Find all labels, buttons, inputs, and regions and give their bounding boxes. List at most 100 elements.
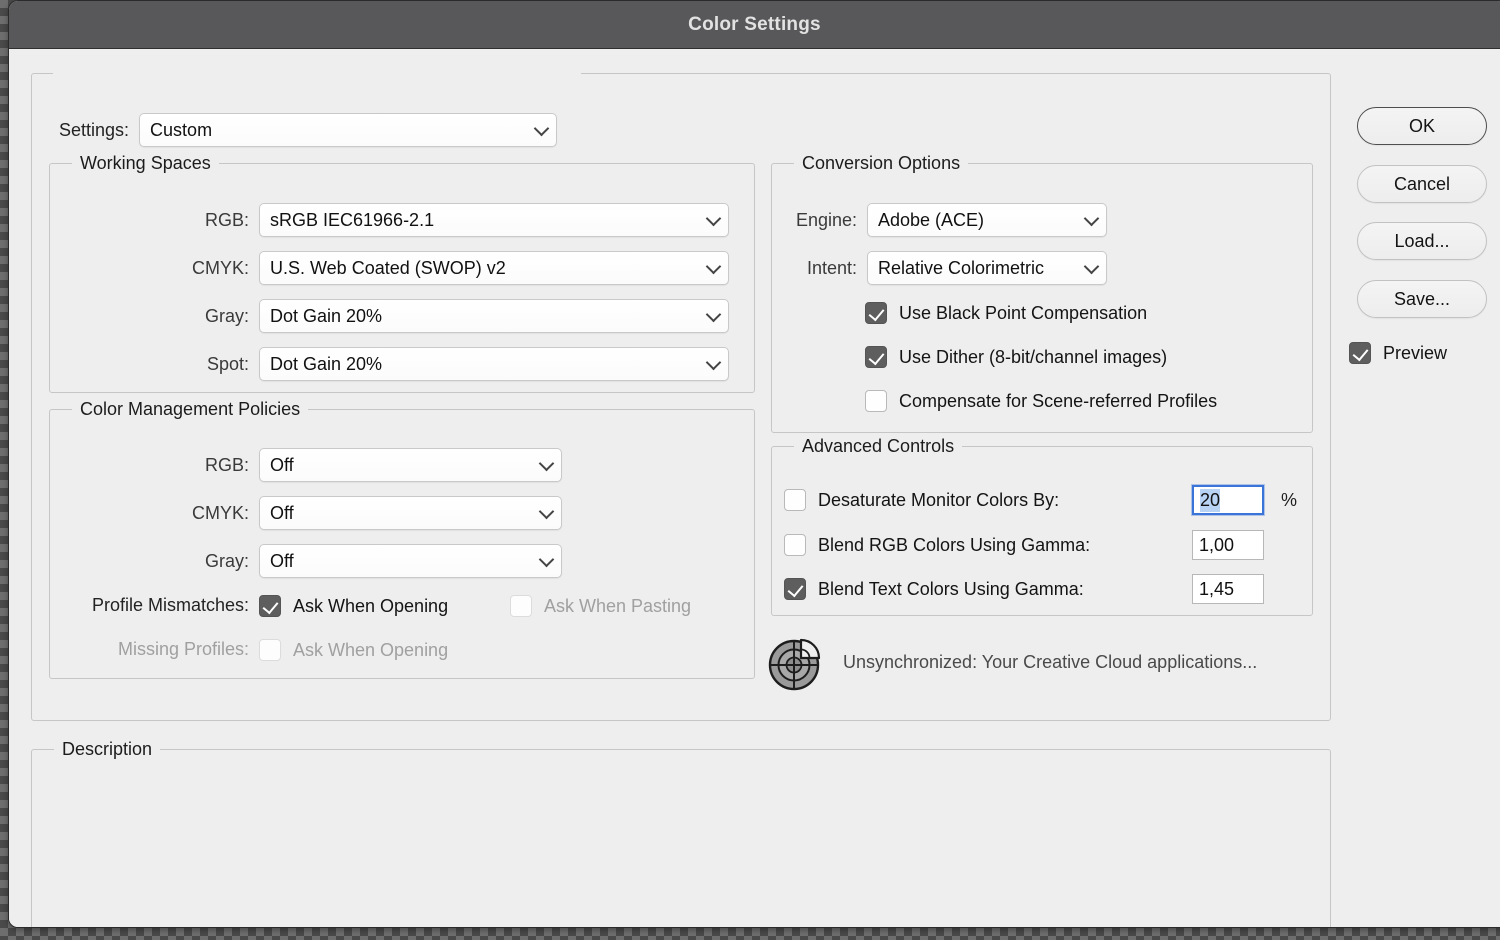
profile-mismatches-label: Profile Mismatches:: [63, 595, 249, 616]
policy-rgb-value: Off: [270, 455, 294, 476]
working-space-rgb-select[interactable]: sRGB IEC61966-2.1: [259, 203, 729, 237]
working-space-cmyk-label: CMYK:: [67, 258, 249, 279]
missing-profiles-ask-opening[interactable]: Ask When Opening: [259, 639, 448, 661]
blend-rgb-colors-row[interactable]: Blend RGB Colors Using Gamma:: [784, 534, 1090, 556]
policy-rgb-row: RGB: Off: [67, 448, 567, 482]
checkbox-use-dither[interactable]: [865, 346, 887, 368]
working-space-spot-value: Dot Gain 20%: [270, 354, 382, 375]
blend-text-colors-row[interactable]: Blend Text Colors Using Gamma:: [784, 578, 1084, 600]
ok-button-label: OK: [1409, 116, 1435, 137]
blend-text-colors-label: Blend Text Colors Using Gamma:: [818, 579, 1084, 600]
sync-status-text: Unsynchronized: Your Creative Cloud appl…: [843, 652, 1257, 673]
missing-profiles-row: Missing Profiles:: [63, 639, 249, 660]
compensate-scene-referred-label: Compensate for Scene-referred Profiles: [899, 391, 1217, 412]
working-space-spot-select[interactable]: Dot Gain 20%: [259, 347, 729, 381]
checkbox-preview[interactable]: [1349, 342, 1371, 364]
settings-label: Settings:: [59, 120, 129, 141]
description-legend: Description: [54, 739, 160, 760]
blend-text-gamma-input[interactable]: 1,45: [1192, 574, 1264, 604]
profile-mismatches-ask-pasting[interactable]: Ask When Pasting: [510, 595, 691, 617]
working-space-rgb-value: sRGB IEC61966-2.1: [270, 210, 434, 231]
working-space-cmyk-value: U.S. Web Coated (SWOP) v2: [270, 258, 506, 279]
preview-row[interactable]: Preview: [1349, 342, 1447, 364]
policy-rgb-label: RGB:: [67, 455, 249, 476]
blend-text-gamma-value: 1,45: [1199, 579, 1234, 600]
conversion-intent-select[interactable]: Relative Colorimetric: [867, 251, 1107, 285]
conversion-engine-row: Engine: Adobe (ACE): [779, 203, 1107, 237]
advanced-controls-legend: Advanced Controls: [794, 436, 962, 457]
title-bar: Color Settings: [9, 1, 1500, 49]
compensate-scene-referred-row[interactable]: Compensate for Scene-referred Profiles: [865, 390, 1217, 412]
settings-legend-mask: [53, 63, 581, 85]
checkbox-desaturate-monitor-colors[interactable]: [784, 489, 806, 511]
policy-cmyk-label: CMYK:: [67, 503, 249, 524]
use-dither-row[interactable]: Use Dither (8-bit/channel images): [865, 346, 1167, 368]
checkbox-ask-when-opening-mismatch[interactable]: [259, 595, 281, 617]
conversion-engine-select[interactable]: Adobe (ACE): [867, 203, 1107, 237]
cancel-button-label: Cancel: [1394, 174, 1450, 195]
working-space-gray-label: Gray:: [67, 306, 249, 327]
policy-gray-value: Off: [270, 551, 294, 572]
blend-rgb-colors-label: Blend RGB Colors Using Gamma:: [818, 535, 1090, 556]
working-space-cmyk-row: CMYK: U.S. Web Coated (SWOP) v2: [67, 251, 739, 285]
color-management-policies-legend: Color Management Policies: [72, 399, 308, 420]
working-space-gray-select[interactable]: Dot Gain 20%: [259, 299, 729, 333]
settings-select-value: Custom: [150, 120, 212, 141]
profile-mismatches-ask-opening-label: Ask When Opening: [293, 596, 448, 617]
checkbox-blend-rgb-colors[interactable]: [784, 534, 806, 556]
load-button[interactable]: Load...: [1357, 222, 1487, 260]
use-dither-label: Use Dither (8-bit/channel images): [899, 347, 1167, 368]
chevron-down-icon: [534, 121, 550, 137]
conversion-intent-value: Relative Colorimetric: [878, 258, 1044, 279]
desaturate-percent-label: %: [1281, 490, 1297, 511]
missing-profiles-label: Missing Profiles:: [63, 639, 249, 660]
chevron-down-icon: [706, 355, 722, 371]
chevron-down-icon: [706, 307, 722, 323]
window-title: Color Settings: [688, 14, 821, 36]
settings-select[interactable]: Custom: [139, 113, 557, 147]
conversion-options-legend: Conversion Options: [794, 153, 968, 174]
conversion-intent-row: Intent: Relative Colorimetric: [779, 251, 1107, 285]
working-space-rgb-row: RGB: sRGB IEC61966-2.1: [67, 203, 739, 237]
policy-gray-select[interactable]: Off: [259, 544, 562, 578]
desaturate-monitor-colors-input[interactable]: 20: [1192, 485, 1264, 515]
chevron-down-icon: [1084, 259, 1100, 275]
dialog-body: Settings: Custom Working Spaces RGB: sRG…: [9, 49, 1500, 928]
working-space-gray-value: Dot Gain 20%: [270, 306, 382, 327]
chevron-down-icon: [1084, 211, 1100, 227]
chevron-down-icon: [706, 211, 722, 227]
policy-cmyk-select[interactable]: Off: [259, 496, 562, 530]
save-button-label: Save...: [1394, 289, 1450, 310]
conversion-engine-value: Adobe (ACE): [878, 210, 984, 231]
checkbox-use-black-point-compensation[interactable]: [865, 302, 887, 324]
ok-button[interactable]: OK: [1357, 107, 1487, 145]
sync-status-row: Unsynchronized: Your Creative Cloud appl…: [765, 631, 1257, 693]
desaturate-monitor-colors-label: Desaturate Monitor Colors By:: [818, 490, 1059, 511]
checkbox-ask-when-opening-missing[interactable]: [259, 639, 281, 661]
policy-rgb-select[interactable]: Off: [259, 448, 562, 482]
save-button[interactable]: Save...: [1357, 280, 1487, 318]
working-space-spot-row: Spot: Dot Gain 20%: [67, 347, 739, 381]
profile-mismatches-row: Profile Mismatches:: [63, 595, 249, 616]
settings-row: Settings: Custom: [59, 113, 557, 147]
color-settings-dialog: Color Settings Settings: Custom Working …: [8, 0, 1500, 928]
checkbox-compensate-scene-referred[interactable]: [865, 390, 887, 412]
desaturate-monitor-colors-row[interactable]: Desaturate Monitor Colors By:: [784, 489, 1059, 511]
working-space-gray-row: Gray: Dot Gain 20%: [67, 299, 739, 333]
cancel-button[interactable]: Cancel: [1357, 165, 1487, 203]
chevron-down-icon: [539, 504, 555, 520]
desaturate-monitor-colors-value: 20: [1200, 489, 1220, 512]
policy-cmyk-value: Off: [270, 503, 294, 524]
checkbox-blend-text-colors[interactable]: [784, 578, 806, 600]
blend-rgb-gamma-input[interactable]: 1,00: [1192, 530, 1264, 560]
working-space-cmyk-select[interactable]: U.S. Web Coated (SWOP) v2: [259, 251, 729, 285]
policy-cmyk-row: CMYK: Off: [67, 496, 567, 530]
policy-gray-label: Gray:: [67, 551, 249, 572]
checkbox-ask-when-pasting[interactable]: [510, 595, 532, 617]
preview-label: Preview: [1383, 343, 1447, 364]
use-black-point-compensation-row[interactable]: Use Black Point Compensation: [865, 302, 1147, 324]
missing-profiles-ask-opening-label: Ask When Opening: [293, 640, 448, 661]
profile-mismatches-ask-opening[interactable]: Ask When Opening: [259, 595, 448, 617]
blend-rgb-gamma-value: 1,00: [1199, 535, 1234, 556]
chevron-down-icon: [539, 456, 555, 472]
